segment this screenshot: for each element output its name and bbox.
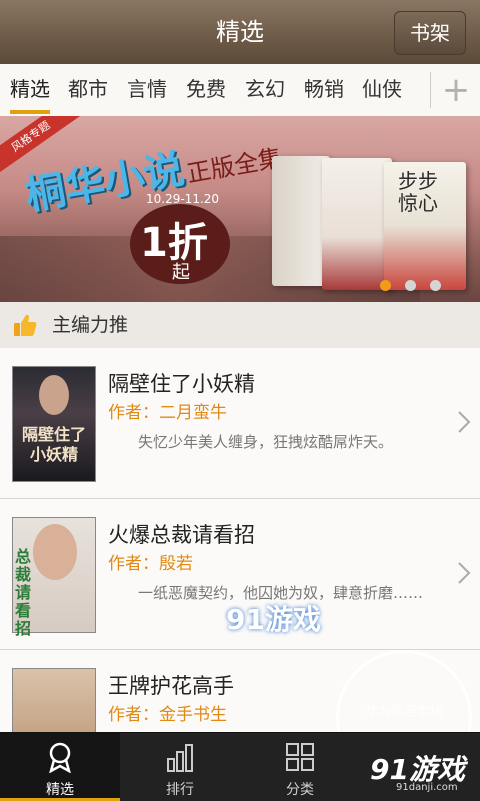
watermark-91game: 91游戏 [226,603,321,636]
nav-ranking-label: 排行 [166,782,194,798]
tab-bestseller[interactable]: 畅销 [304,64,344,116]
book-title: 火爆总裁请看招 [108,523,255,547]
add-tab-button[interactable]: + [432,64,480,116]
cover-title: 隔壁住了小妖精 [21,425,86,464]
book-author: 作者：殷若 [108,554,193,574]
tab-divider [430,72,431,108]
grid-icon [286,743,314,771]
nav-featured-label: 精选 [46,782,74,798]
banner-book-3: 步步惊心 [384,162,466,290]
app-header: 精选 书架 [0,0,480,64]
section-title: 主编力推 [52,314,129,336]
nav-category-label: 分类 [286,782,314,798]
book-title: 隔壁住了小妖精 [108,372,255,396]
nav-category[interactable]: 分类 [240,733,360,801]
book-title: 王牌护花高手 [108,674,234,698]
thumbs-up-icon [14,314,37,336]
cover-title: 总裁请看招 [15,547,32,638]
tab-free[interactable]: 免费 [186,64,226,116]
tab-featured[interactable]: 精选 [10,64,50,114]
tab-urban[interactable]: 都市 [68,64,108,116]
carousel-dot-1[interactable] [380,280,391,291]
tab-fantasy[interactable]: 玄幻 [245,64,285,116]
chevron-right-icon [458,562,471,584]
banner-book-3-title: 步步惊心 [398,169,438,215]
banner-book-2 [322,158,392,290]
bar-chart-icon [167,744,193,772]
cover-figure [39,375,69,415]
carousel-dot-2[interactable] [405,280,416,291]
cover-figure [33,524,77,580]
stamp-text: 华为应用市场 [364,705,443,720]
book-cover [12,668,96,732]
book-list-item[interactable]: 隔壁住了小妖精 隔壁住了小妖精 作者：二月蛮牛 失忆少年美人缠身，狂拽炫酷屌炸天… [0,348,480,499]
section-header: 主编力推 [0,302,480,349]
book-author: 作者：二月蛮牛 [108,403,227,423]
tab-xianxia[interactable]: 仙侠 [362,64,402,116]
watermark-91danji: 91danji.com [396,782,458,793]
book-description: 失忆少年美人缠身，狂拽炫酷屌炸天。 [138,433,394,451]
nav-ranking[interactable]: 排行 [120,733,240,801]
book-author: 作者：金手书生 [108,705,227,725]
category-tabs: 精选 都市 言情 免费 玄幻 畅销 仙侠 + [0,64,480,117]
chevron-right-icon [458,411,471,433]
banner-subtitle: 正版全集 [184,143,285,189]
tab-romance[interactable]: 言情 [127,64,167,116]
ribbon-award-icon [49,742,71,773]
carousel-dot-3[interactable] [430,280,441,291]
book-cover: 总裁请看招 [12,517,96,638]
nav-featured[interactable]: 精选 [0,733,120,801]
discount-suffix: 起 [172,262,190,283]
promo-banner[interactable]: 风格专题 桐华小说 正版全集 10.29-11.20 1折 起 步步惊心 [0,116,480,302]
bookshelf-button[interactable]: 书架 [394,11,466,55]
book-cover: 隔壁住了小妖精 [12,366,96,482]
